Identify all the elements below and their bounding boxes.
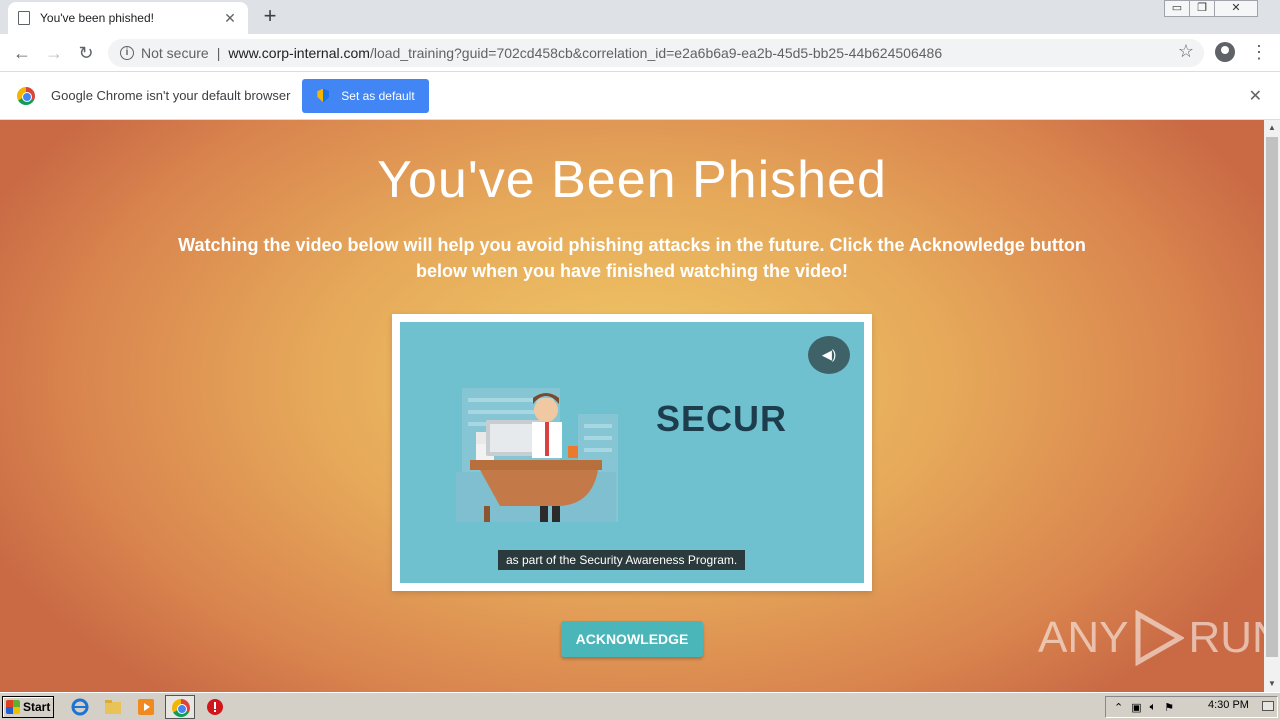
page-heading: You've Been Phished <box>377 151 887 209</box>
page-scrollbar[interactable]: ▲ ▼ <box>1264 120 1280 692</box>
action-center-flag-icon[interactable]: ⚑ <box>1164 701 1174 714</box>
url-path: /load_training?guid=702cd458cb&correlati… <box>369 45 943 61</box>
set-as-default-button[interactable]: Set as default <box>302 78 430 113</box>
start-label: Start <box>23 700 51 714</box>
page-instructions: Watching the video below will help you a… <box>178 235 1086 281</box>
tab-close-icon[interactable]: ✕ <box>222 10 238 27</box>
page-content: You've Been Phished Watching the video b… <box>0 120 1264 692</box>
page-icon <box>18 11 30 25</box>
minimize-button[interactable]: ▭ <box>1164 0 1190 17</box>
office-illustration <box>456 388 618 522</box>
new-tab-button[interactable]: + <box>260 5 280 28</box>
set-as-default-label: Set as default <box>341 88 415 103</box>
address-bar[interactable]: i Not secure | www.corp-internal.com /lo… <box>108 39 1204 67</box>
file-explorer-icon[interactable] <box>104 698 122 716</box>
play-logo-icon <box>1135 610 1185 666</box>
taskbar-clock[interactable]: 4:30 PM <box>1208 699 1249 711</box>
stop-icon[interactable] <box>206 698 224 716</box>
training-video[interactable]: SECUR ◀) as part of the Security Awarene… <box>400 322 864 583</box>
windows-logo-icon <box>6 700 20 714</box>
address-separator: | <box>216 45 221 61</box>
shield-icon <box>317 88 330 103</box>
video-title-text: SECUR <box>656 398 788 439</box>
watermark-right: RUN <box>1188 613 1264 662</box>
chrome-taskbar-button[interactable] <box>165 695 195 719</box>
account-icon[interactable] <box>1215 42 1235 62</box>
scroll-up-icon[interactable]: ▲ <box>1264 120 1280 136</box>
tab-title: You've been phished! <box>40 11 154 25</box>
start-button[interactable]: Start <box>2 696 54 718</box>
infobar-message: Google Chrome isn't your default browser <box>51 88 291 103</box>
chrome-taskbar-icon <box>172 699 190 717</box>
watermark-left: ANY <box>1038 613 1129 662</box>
acknowledge-button[interactable]: ACKNOWLEDGE <box>561 621 703 657</box>
tab-strip: You've been phished! ✕ + ▭ ❐ ✕ <box>0 0 1280 34</box>
media-player-icon[interactable] <box>137 698 155 716</box>
browser-toolbar: ← → ↻ i Not secure | www.corp-internal.c… <box>0 34 1280 72</box>
window-close-button[interactable]: ✕ <box>1214 0 1258 17</box>
scroll-down-icon[interactable]: ▼ <box>1264 676 1280 692</box>
scroll-thumb[interactable] <box>1266 137 1278 657</box>
default-browser-infobar: Google Chrome isn't your default browser… <box>0 72 1280 120</box>
restore-button[interactable]: ❐ <box>1189 0 1215 17</box>
taskbar: Start ⌃ ▣ 🔈︎ ⚑ 4:30 PM <box>0 692 1280 720</box>
reload-button[interactable]: ↻ <box>74 41 98 65</box>
internet-explorer-icon[interactable] <box>71 698 89 716</box>
network-icon[interactable]: ▣ <box>1131 701 1141 714</box>
browser-tab[interactable]: You've been phished! ✕ <box>8 2 248 34</box>
chrome-logo-icon <box>17 86 35 105</box>
window-controls: ▭ ❐ ✕ <box>1164 0 1258 18</box>
forward-button[interactable]: → <box>42 41 66 65</box>
security-label: Not secure <box>141 45 209 61</box>
video-frame: SECUR ◀) as part of the Security Awarene… <box>392 314 872 591</box>
bookmark-star-icon[interactable]: ☆ <box>1178 41 1194 62</box>
show-desktop-icon[interactable] <box>1262 701 1274 711</box>
infobar-close-icon[interactable]: ✕ <box>1249 86 1262 106</box>
url-host: www.corp-internal.com <box>228 45 370 61</box>
tray-expand-icon[interactable]: ⌃ <box>1114 701 1123 714</box>
chrome-menu-icon[interactable]: ⋮ <box>1250 40 1268 64</box>
back-button[interactable]: ← <box>10 41 34 65</box>
info-icon[interactable]: i <box>120 46 134 60</box>
anyrun-watermark: ANY RUN <box>1038 610 1264 666</box>
mute-icon[interactable]: ◀) <box>808 336 850 374</box>
volume-icon[interactable]: 🔈︎ <box>1150 701 1157 714</box>
system-tray: ⌃ ▣ 🔈︎ ⚑ <box>1105 696 1278 718</box>
video-caption: as part of the Security Awareness Progra… <box>498 550 746 570</box>
